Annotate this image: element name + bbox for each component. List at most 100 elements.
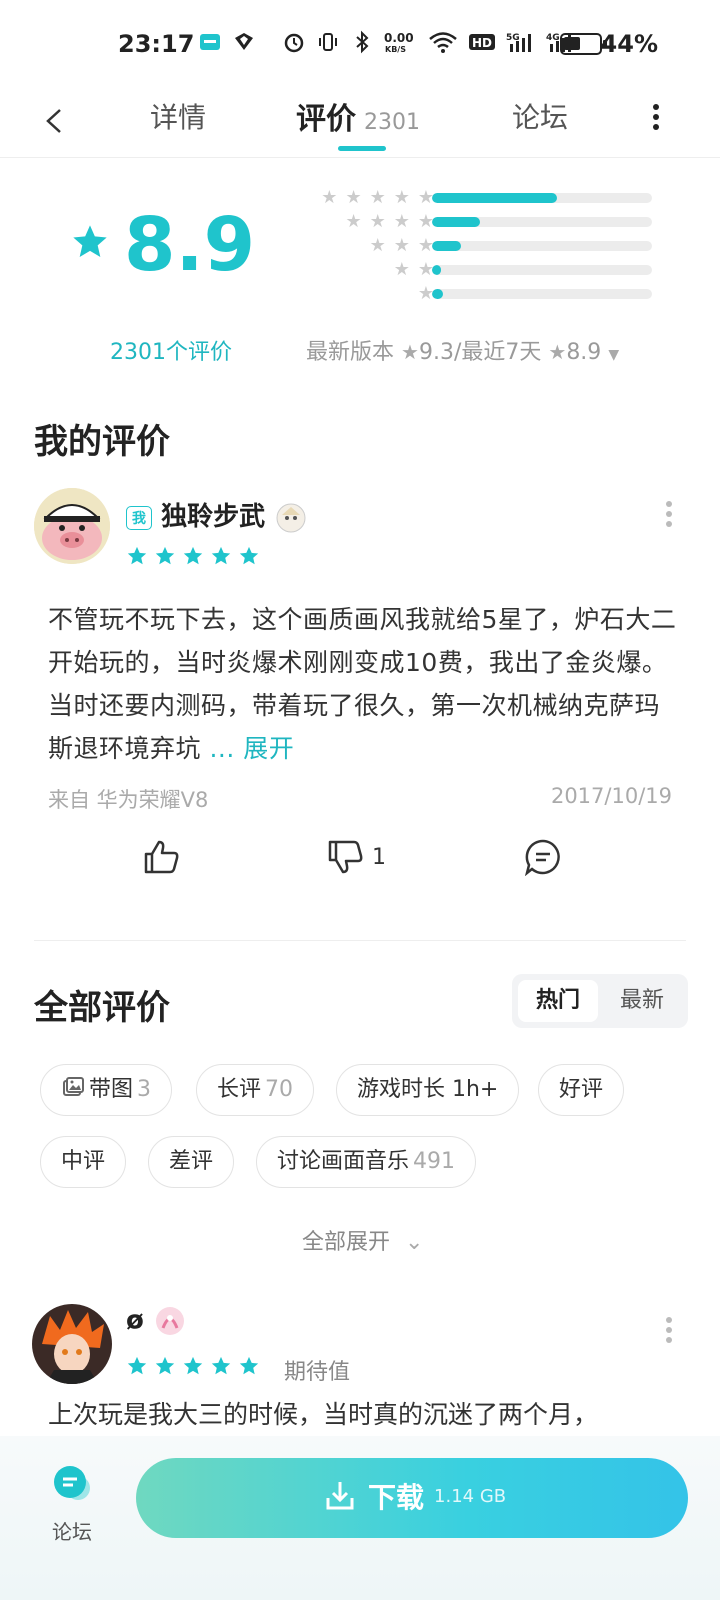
expand-all-button[interactable]: 全部展开 ⌄ bbox=[302, 1224, 423, 1256]
distribution-bar bbox=[432, 241, 652, 251]
review-date: 2017/10/19 bbox=[550, 784, 672, 808]
distribution-bar bbox=[432, 217, 652, 227]
expand-link[interactable]: ... 展开 bbox=[209, 734, 294, 763]
distribution-row-1: ★ bbox=[284, 284, 664, 304]
sort-toggle: 热门 最新 bbox=[512, 974, 688, 1028]
download-button[interactable]: 下载 1.14 GB bbox=[136, 1458, 688, 1538]
latest-version-score: 9.3 bbox=[418, 340, 454, 365]
distribution-row-5: ★ ★ ★ ★ ★ bbox=[284, 188, 664, 208]
rating-count[interactable]: 2301个评价 bbox=[110, 334, 232, 366]
grey-star-icon: ★ bbox=[369, 235, 386, 256]
version-scores[interactable]: 最新版本 ★9.3/最近7天 ★8.9 ▼ bbox=[306, 334, 619, 366]
distribution-bar bbox=[432, 193, 652, 203]
review-more-icon[interactable] bbox=[665, 1316, 673, 1344]
app-icon bbox=[235, 33, 253, 50]
small-star-icon: ★ bbox=[401, 340, 419, 364]
small-star-icon: ★ bbox=[548, 340, 567, 364]
sort-latest[interactable]: 最新 bbox=[602, 980, 682, 1022]
my-review-heading: 我的评价 bbox=[34, 422, 170, 462]
taptap-icon bbox=[200, 34, 220, 50]
star-icon bbox=[211, 546, 231, 565]
distribution-row-2: ★ ★ bbox=[284, 260, 664, 280]
status-icons: 0.00 KB/S HD 5G 4G bbox=[198, 30, 576, 54]
grey-star-icon: ★ bbox=[345, 187, 362, 208]
dislike-count: 1 bbox=[372, 844, 386, 870]
grey-star-icon: ★ bbox=[393, 259, 410, 280]
filter-chip-graphics-music[interactable]: 讨论画面音乐 491 bbox=[256, 1136, 477, 1188]
rating-star-icon bbox=[73, 225, 107, 257]
tab-forum[interactable]: 论坛 bbox=[512, 96, 568, 136]
star-icon bbox=[155, 546, 175, 565]
comment-button[interactable] bbox=[524, 838, 562, 876]
star-icon bbox=[183, 1356, 203, 1375]
rating-score: 8.9 bbox=[124, 202, 256, 288]
avatar[interactable] bbox=[34, 488, 110, 564]
filter-chip-negative[interactable]: 差评 bbox=[148, 1136, 235, 1188]
forum-chat-icon bbox=[54, 1466, 90, 1500]
back-arrow-icon[interactable] bbox=[42, 108, 68, 134]
pig-avatar-icon bbox=[34, 488, 110, 564]
star-icon bbox=[127, 1356, 147, 1375]
review-device: 来自 华为荣耀V8 bbox=[48, 788, 209, 812]
recent-label: 最近7天 bbox=[461, 340, 542, 365]
character-badge-icon bbox=[155, 1307, 184, 1335]
grey-star-icon: ★ bbox=[345, 211, 362, 232]
filter-chip-long[interactable]: 长评 70 bbox=[196, 1064, 315, 1116]
star-icon bbox=[239, 1356, 259, 1375]
svg-text:0.00: 0.00 bbox=[384, 31, 414, 45]
expectation-tag: 期待值 bbox=[284, 1360, 351, 1385]
comment-icon bbox=[524, 839, 560, 876]
vibrate-icon bbox=[319, 33, 337, 51]
dislike-button[interactable]: 1 bbox=[326, 838, 386, 876]
svg-text:KB/S: KB/S bbox=[385, 45, 406, 54]
status-time: 23:17 bbox=[118, 30, 195, 58]
download-icon bbox=[326, 1482, 354, 1510]
section-divider bbox=[34, 940, 686, 941]
star-icon bbox=[127, 546, 147, 565]
filter-chip-positive[interactable]: 好评 bbox=[538, 1064, 625, 1116]
review-more-icon[interactable] bbox=[665, 500, 673, 528]
all-reviews-heading: 全部评价 bbox=[34, 988, 170, 1028]
distribution-bar-fill bbox=[432, 289, 443, 299]
star-icon bbox=[211, 1356, 231, 1375]
distribution-bar bbox=[432, 289, 652, 299]
thumbs-down-icon bbox=[328, 840, 363, 874]
hd-icon: HD bbox=[469, 34, 495, 50]
filter-chip-with-image[interactable]: 带图 3 bbox=[40, 1064, 173, 1116]
svg-text:HD: HD bbox=[472, 36, 492, 50]
star-icon bbox=[239, 546, 259, 565]
avatar[interactable] bbox=[32, 1304, 112, 1384]
character-badge-icon bbox=[276, 503, 306, 532]
second-review-stars bbox=[126, 1355, 260, 1377]
filter-chip-neutral[interactable]: 中评 bbox=[40, 1136, 127, 1188]
grey-star-icon: ★ bbox=[369, 211, 386, 232]
download-size: 1.14 GB bbox=[434, 1485, 507, 1507]
battery-percent: 44% bbox=[600, 30, 658, 58]
bottom-bar: 论坛 下载 1.14 GB bbox=[0, 1436, 720, 1600]
filter-chip-playtime[interactable]: 游戏时长 1h+ bbox=[336, 1064, 520, 1116]
sort-hot[interactable]: 热门 bbox=[518, 980, 598, 1022]
anime-avatar-icon bbox=[32, 1304, 112, 1384]
distribution-bar bbox=[432, 265, 652, 275]
second-review-text[interactable]: 上次玩是我大三的时候，当时真的沉迷了两个月， bbox=[48, 1395, 688, 1435]
battery-icon bbox=[560, 33, 607, 55]
my-review-stars bbox=[126, 545, 260, 567]
my-review-text[interactable]: 不管玩不玩下去，这个画质画风我就给5星了，炉石大二开始玩的，当时炎爆术刚刚变成1… bbox=[48, 598, 678, 770]
net-speed-icon: 0.00KB/S bbox=[384, 31, 414, 54]
more-menu-icon[interactable] bbox=[650, 100, 662, 140]
distribution-row-4: ★ ★ ★ ★ bbox=[284, 212, 664, 232]
tab-details[interactable]: 详情 bbox=[150, 96, 206, 136]
distribution-bar-fill bbox=[432, 265, 441, 275]
like-button[interactable] bbox=[142, 838, 180, 876]
tab-reviews[interactable]: 评价 2301 bbox=[296, 94, 420, 138]
distribution-stars: ★ ★ ★ bbox=[370, 236, 434, 256]
latest-version-label: 最新版本 bbox=[306, 340, 395, 365]
tab-indicator bbox=[338, 146, 386, 151]
distribution-stars: ★ ★ ★ ★ bbox=[345, 212, 434, 232]
distribution-bar-fill bbox=[432, 241, 461, 251]
grey-star-icon: ★ bbox=[393, 187, 410, 208]
forum-button[interactable]: 论坛 bbox=[40, 1460, 104, 1544]
distribution-bar-fill bbox=[432, 193, 558, 203]
review-actions: 1 bbox=[0, 838, 720, 888]
bluetooth-icon bbox=[356, 30, 369, 54]
